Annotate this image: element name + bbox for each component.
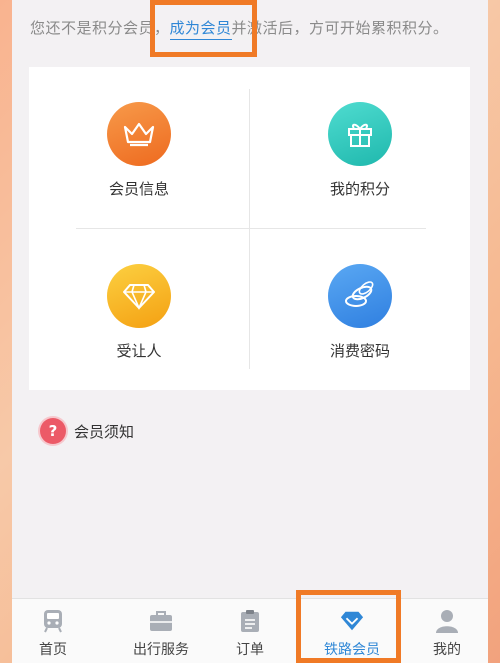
highlight-box-become-member <box>150 0 257 57</box>
tab-home[interactable]: 首页 <box>12 599 94 663</box>
tab-orders[interactable]: 订单 <box>208 599 292 663</box>
member-notice-label: 会员须知 <box>74 422 135 441</box>
member-function-grid: 会员信息 我的积分 受让人 消费密码 <box>29 67 470 390</box>
bottom-tab-bar: 首页 出行服务 订单 铁路会员 我的 <box>12 598 488 663</box>
my-points-label: 我的积分 <box>329 180 390 198</box>
clipboard-icon <box>238 609 262 633</box>
member-info-label: 会员信息 <box>108 180 169 198</box>
train-icon <box>41 609 65 633</box>
person-icon <box>435 609 459 633</box>
spending-password-label: 消费密码 <box>329 342 390 360</box>
tab-orders-label: 订单 <box>236 642 264 658</box>
assignee-label: 受让人 <box>116 342 162 360</box>
assignee-button[interactable]: 受让人 <box>29 229 249 390</box>
member-notice-link[interactable]: ? 会员须知 <box>40 418 134 444</box>
tab-travel-services[interactable]: 出行服务 <box>116 599 206 663</box>
tab-mine-label: 我的 <box>433 642 461 658</box>
diamond-icon <box>107 264 171 328</box>
tab-home-label: 首页 <box>39 642 67 658</box>
tab-travel-services-label: 出行服务 <box>133 642 189 658</box>
app-screen: 您还不是积分会员，成为会员并激活后，方可开始累积积分。 会员信息 我的积分 受让… <box>12 0 488 663</box>
notice-text-after: 并激活后，方可开始累积积分。 <box>231 19 449 37</box>
coins-icon <box>328 264 392 328</box>
notice-text-before: 您还不是积分会员， <box>30 19 170 37</box>
briefcase-icon <box>149 609 173 633</box>
crown-icon <box>107 102 171 166</box>
gift-icon <box>328 102 392 166</box>
question-icon: ? <box>40 418 66 444</box>
spending-password-button[interactable]: 消费密码 <box>250 229 470 390</box>
tab-mine[interactable]: 我的 <box>406 599 488 663</box>
highlight-box-railway-member-tab <box>296 590 401 663</box>
member-info-button[interactable]: 会员信息 <box>29 67 249 228</box>
my-points-button[interactable]: 我的积分 <box>250 67 470 228</box>
